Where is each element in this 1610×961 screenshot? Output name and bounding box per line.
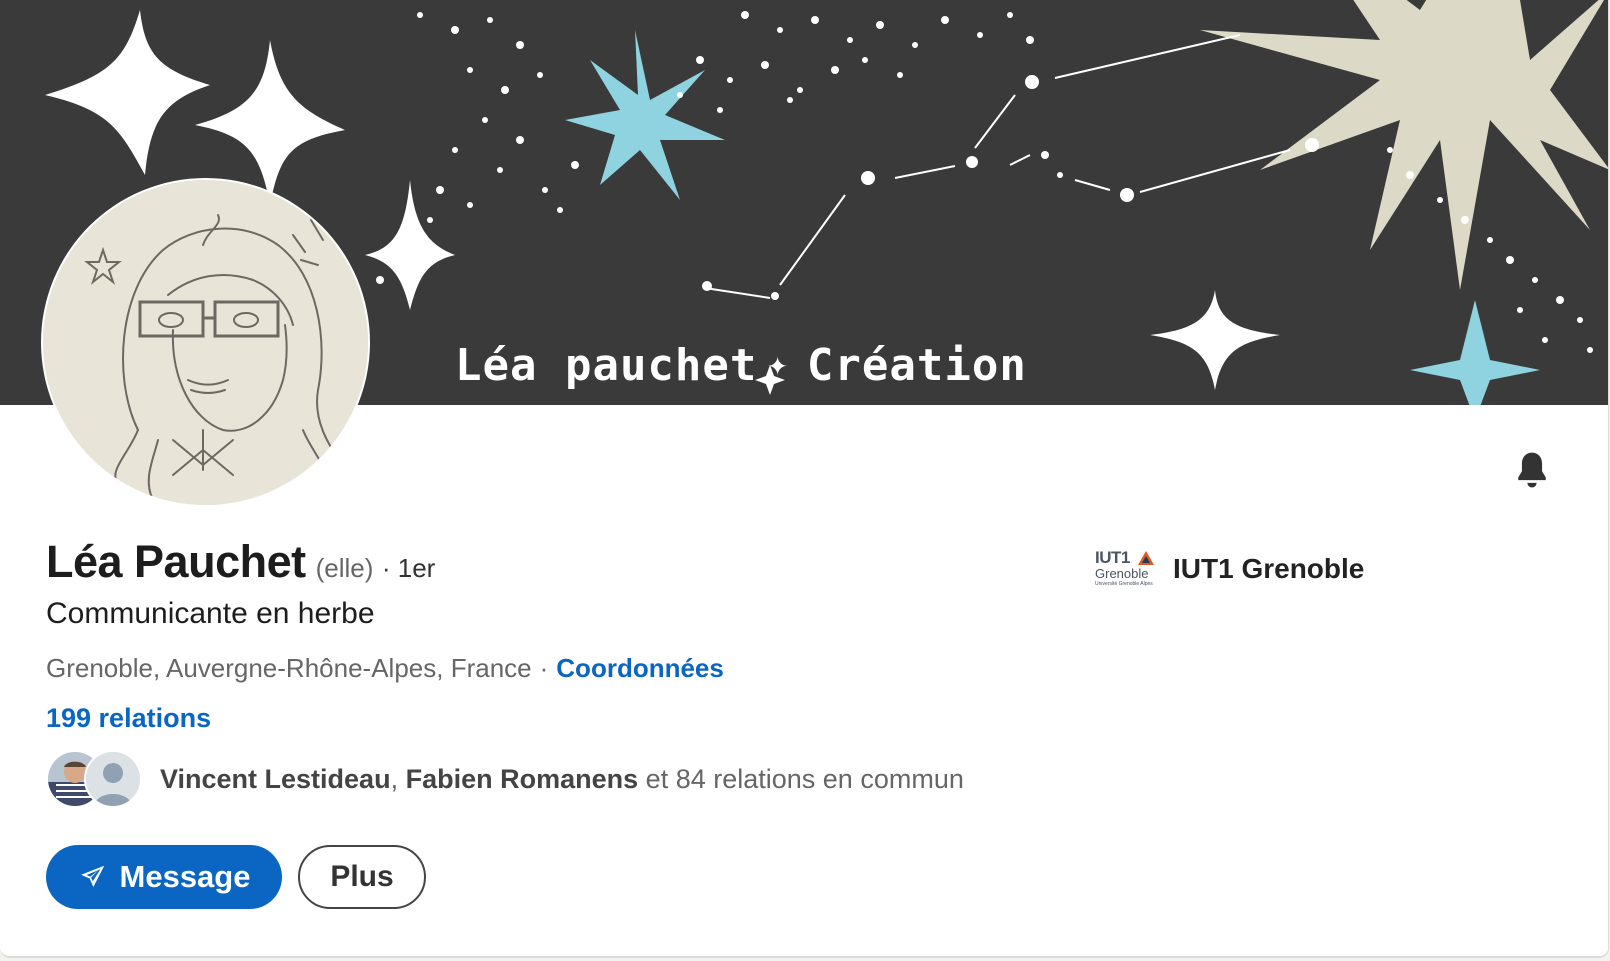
contact-info-link[interactable]: Coordonnées [556,653,724,683]
banner-title: Léa pauchet ✦ Création [455,340,1027,391]
send-icon [80,865,104,887]
mutual-person-2: Fabien Romanens [405,763,639,794]
white-star [1150,290,1280,390]
banner-text-left: Léa pauchet [455,340,758,391]
banner-text-right: Création [806,340,1027,391]
white-star [45,10,210,175]
profile-location: Grenoble, Auvergne-Rhône-Alpes, France [46,653,532,683]
message-button[interactable]: Message [46,845,282,909]
profile-card: Léa pauchet ✦ Création Léa Pauchet (elle… [0,0,1609,958]
more-button[interactable]: Plus [298,845,426,909]
mutual-rest: et 84 relations en commun [645,763,964,794]
white-star [365,180,455,310]
relations-link[interactable]: 199 relations [46,703,211,734]
person-placeholder-icon [86,752,140,806]
sparkle-icon: ✦ [767,344,789,384]
school-logo: IUT1 Grenoble Université Grenoble Alpes [1093,548,1157,590]
mutual-comma: , [390,763,399,794]
avatar-illustration [43,180,368,505]
profile-avatar[interactable] [43,180,368,505]
mutual-person-1: Vincent Lestideau [160,763,391,794]
bell-icon [1518,452,1546,488]
school-name: IUT1 Grenoble [1173,553,1365,584]
message-button-label: Message [119,859,251,894]
mutual-avatar-fabien [84,750,142,808]
education-entry[interactable]: IUT1 Grenoble Université Grenoble Alpes … [1093,548,1364,590]
mutual-connections[interactable]: Vincent Lestideau, Fabien Romanens et 84… [46,750,964,808]
constellation [704,34,1291,299]
blue-star [565,30,725,200]
blue-star-small [1410,300,1540,405]
profile-name: Léa Pauchet [46,536,306,587]
logo-line2: Grenoble [1095,566,1149,581]
location-separator: · [539,653,549,683]
cream-starburst [1200,0,1608,290]
profile-location-row: Grenoble, Auvergne-Rhône-Alpes, France · C… [46,653,724,684]
notification-bell[interactable] [1510,448,1554,492]
triangle-logo-icon [1138,551,1154,565]
logo-line3: Université Grenoble Alpes [1095,581,1153,587]
connection-degree: · 1er [381,553,436,583]
logo-line1: IUT1 [1095,548,1130,567]
profile-pronouns: (elle) [315,553,374,583]
profile-headline: Communicante en herbe [46,597,375,630]
profile-name-row: Léa Pauchet (elle) · 1er [46,536,435,588]
mutual-connections-text: Vincent Lestideau, Fabien Romanens et 84… [160,764,964,795]
